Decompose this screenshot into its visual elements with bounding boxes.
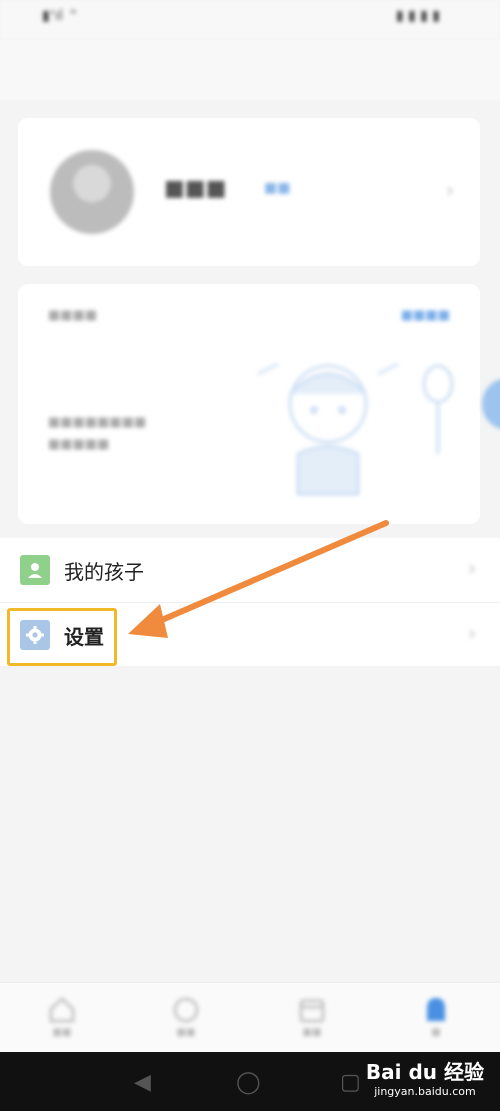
- info-card-description: ■■■■■■■■ ■■■■■: [48, 415, 147, 452]
- chevron-right-icon: ›: [446, 178, 454, 202]
- tab-discover[interactable]: ■■: [156, 991, 216, 1049]
- battery-time: ▮ ▮ ▮ ▮: [395, 8, 440, 24]
- info-card-title: ■■■■: [48, 308, 98, 323]
- menu-item-my-children[interactable]: 我的孩子 ›: [0, 538, 500, 602]
- tab-label: ■■: [302, 1027, 322, 1038]
- circle-icon: [173, 997, 199, 1023]
- home-icon: [49, 997, 75, 1023]
- home-button-icon[interactable]: ◯: [236, 1070, 261, 1095]
- info-card: ■■■■ ■■■■ ■■■■■■■■ ■■■■■: [18, 284, 500, 524]
- watermark-logo-text: Bai du 经验: [365, 1060, 484, 1084]
- menu-item-label: 我的孩子: [64, 560, 144, 584]
- status-bar: ▮ᐩıl ⌃ ▮ ▮ ▮ ▮: [0, 0, 500, 40]
- tab-calendar[interactable]: ■■: [282, 991, 342, 1049]
- avatar: [50, 150, 134, 234]
- header-area: [0, 40, 500, 100]
- tab-me[interactable]: ■: [406, 991, 466, 1049]
- tab-home[interactable]: ■■: [32, 991, 92, 1049]
- signal-indicators: ▮ᐩıl ⌃: [42, 8, 80, 24]
- recent-apps-icon[interactable]: ▢: [340, 1070, 361, 1095]
- baidu-jingyan-watermark: Bai du 经验 jingyan.baidu.com: [366, 1056, 484, 1098]
- child-profile-icon: [20, 555, 50, 585]
- person-icon: [427, 998, 445, 1021]
- child-illustration-icon: [257, 362, 500, 496]
- chevron-right-icon: ›: [468, 621, 476, 645]
- profile-name: ■■■: [164, 176, 227, 201]
- profile-card[interactable]: ■■■ ■■ ›: [18, 118, 480, 266]
- tab-label: ■■: [52, 1027, 72, 1038]
- info-card-link[interactable]: ■■■■: [401, 308, 450, 323]
- bottom-tab-bar: ■■ ■■ ■■ ■: [0, 982, 500, 1053]
- profile-tag: ■■: [264, 180, 291, 196]
- watermark-url: jingyan.baidu.com: [374, 1085, 476, 1098]
- chevron-right-icon: ›: [468, 556, 476, 580]
- calendar-icon: [299, 999, 325, 1023]
- back-icon[interactable]: ◀: [134, 1070, 151, 1095]
- settings-highlight-box: [7, 608, 117, 666]
- tab-label: ■: [431, 1027, 441, 1038]
- tab-label: ■■: [176, 1027, 196, 1038]
